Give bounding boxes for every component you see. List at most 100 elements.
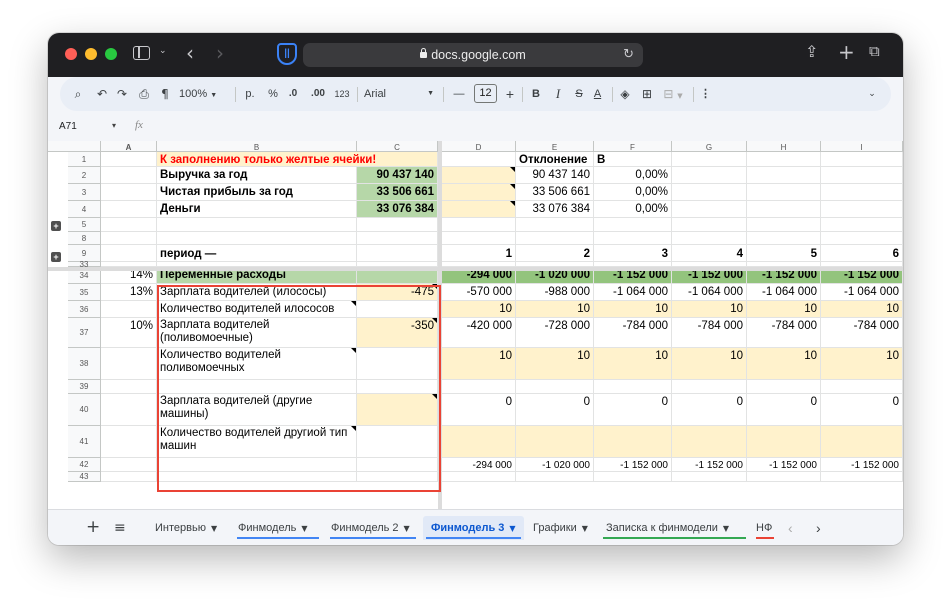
column-header-i[interactable]: I bbox=[821, 141, 903, 152]
cell-a39[interactable] bbox=[101, 380, 157, 394]
cell-d5[interactable] bbox=[442, 218, 516, 232]
cell-f39[interactable] bbox=[594, 380, 672, 394]
cell-e8[interactable] bbox=[516, 232, 594, 245]
tab-note[interactable]: Записка к финмодели ▼ bbox=[600, 516, 749, 540]
cell-a4[interactable] bbox=[101, 201, 157, 218]
percent-format-button[interactable]: % bbox=[267, 77, 279, 111]
cell-f3[interactable]: 0,00% bbox=[594, 184, 672, 201]
forward-icon[interactable]: › bbox=[216, 41, 224, 65]
cell-e42[interactable]: -1 020 000 bbox=[516, 458, 594, 472]
cell-b1[interactable]: К заполнению только желтые ячейки! bbox=[157, 152, 438, 167]
cell-g35[interactable]: -1 064 000 bbox=[672, 284, 747, 301]
tab-interview[interactable]: Интервью ▼ bbox=[151, 516, 227, 540]
cell-g41[interactable] bbox=[672, 426, 747, 458]
cell-a5[interactable] bbox=[101, 218, 157, 232]
cell-a35[interactable]: 13% bbox=[101, 284, 157, 301]
share-icon[interactable]: ⇪ bbox=[805, 42, 818, 61]
cell-f40[interactable]: 0 bbox=[594, 394, 672, 426]
cell-g38[interactable]: 10 bbox=[672, 348, 747, 380]
tab-finmodel[interactable]: Финмодель ▼ bbox=[234, 516, 322, 540]
zoom-select[interactable]: 100% ▼ bbox=[179, 77, 217, 111]
cell-f5[interactable] bbox=[594, 218, 672, 232]
cell-f8[interactable] bbox=[594, 232, 672, 245]
cell-e41[interactable] bbox=[516, 426, 594, 458]
collapse-toolbar-icon[interactable]: ⌄ bbox=[866, 77, 878, 111]
cell-d36[interactable]: 10 bbox=[442, 301, 516, 318]
cell-h1[interactable] bbox=[747, 152, 821, 167]
cell-e38[interactable]: 10 bbox=[516, 348, 594, 380]
sidebar-toggle-icon[interactable] bbox=[133, 46, 150, 60]
cell-e39[interactable] bbox=[516, 380, 594, 394]
cell-e3[interactable]: 33 506 661 bbox=[516, 184, 594, 201]
cell-h3[interactable] bbox=[747, 184, 821, 201]
cell-h37[interactable]: -784 000 bbox=[747, 318, 821, 348]
cell-i5[interactable] bbox=[821, 218, 903, 232]
cell-b9[interactable]: период — bbox=[157, 245, 357, 262]
cell-i1[interactable] bbox=[821, 152, 903, 167]
row-header[interactable]: 43 bbox=[68, 472, 101, 482]
cell-e35[interactable]: -988 000 bbox=[516, 284, 594, 301]
decrease-decimal-button[interactable]: .0 bbox=[285, 77, 301, 111]
cell-i4[interactable] bbox=[821, 201, 903, 218]
cell-a2[interactable] bbox=[101, 167, 157, 184]
grid-corner[interactable] bbox=[48, 141, 101, 152]
cell-h41[interactable] bbox=[747, 426, 821, 458]
row-header[interactable]: 39 bbox=[68, 380, 101, 394]
cell-d35[interactable]: -570 000 bbox=[442, 284, 516, 301]
cell-f42[interactable]: -1 152 000 bbox=[594, 458, 672, 472]
cell-e1[interactable]: Отклонение bbox=[516, 152, 594, 167]
row-header[interactable]: 36 bbox=[68, 301, 101, 318]
fill-color-icon[interactable]: ◈ bbox=[618, 77, 632, 111]
cell-i9[interactable]: 6 bbox=[821, 245, 903, 262]
cell-f2[interactable]: 0,00% bbox=[594, 167, 672, 184]
expand-group-icon[interactable]: + bbox=[51, 252, 61, 262]
cell-d3[interactable] bbox=[442, 184, 516, 201]
cell-c2[interactable]: 90 437 140 bbox=[357, 167, 438, 184]
cell-d41[interactable] bbox=[442, 426, 516, 458]
font-select[interactable]: Arial ▼ bbox=[364, 77, 438, 111]
row-header[interactable]: 38 bbox=[68, 348, 101, 380]
more-tools-icon[interactable]: ⋮ bbox=[700, 77, 711, 111]
cell-i43[interactable] bbox=[821, 472, 903, 482]
cell-a43[interactable] bbox=[101, 472, 157, 482]
cell-h38[interactable]: 10 bbox=[747, 348, 821, 380]
undo-icon[interactable]: ↶ bbox=[95, 77, 109, 111]
row-header[interactable]: 3 bbox=[68, 184, 101, 201]
all-sheets-icon[interactable]: ≡ bbox=[114, 516, 126, 540]
cell-h39[interactable] bbox=[747, 380, 821, 394]
cell-d42[interactable]: -294 000 bbox=[442, 458, 516, 472]
reload-icon[interactable]: ↻ bbox=[623, 43, 634, 67]
row-header[interactable]: 5 bbox=[68, 218, 101, 232]
row-header[interactable]: 1 bbox=[68, 152, 101, 167]
back-icon[interactable]: ‹ bbox=[186, 41, 194, 65]
cell-h2[interactable] bbox=[747, 167, 821, 184]
merge-cells-icon[interactable]: ⊟ ▼ bbox=[662, 77, 684, 111]
cell-a8[interactable] bbox=[101, 232, 157, 245]
name-box-dropdown-icon[interactable]: ▾ bbox=[112, 121, 116, 130]
cell-a42[interactable] bbox=[101, 458, 157, 472]
column-header-c[interactable]: C bbox=[357, 141, 438, 152]
row-header[interactable]: 4 bbox=[68, 201, 101, 218]
cell-a37[interactable]: 10% bbox=[101, 318, 157, 348]
cell-e4[interactable]: 33 076 384 bbox=[516, 201, 594, 218]
cell-d40[interactable]: 0 bbox=[442, 394, 516, 426]
cell-g4[interactable] bbox=[672, 201, 747, 218]
cell-g5[interactable] bbox=[672, 218, 747, 232]
cell-f43[interactable] bbox=[594, 472, 672, 482]
cell-c8[interactable] bbox=[357, 232, 438, 245]
row-header[interactable]: 37 bbox=[68, 318, 101, 348]
cell-i41[interactable] bbox=[821, 426, 903, 458]
cell-d9[interactable]: 1 bbox=[442, 245, 516, 262]
row-header[interactable]: 41 bbox=[68, 426, 101, 458]
cell-h43[interactable] bbox=[747, 472, 821, 482]
cell-d37[interactable]: -420 000 bbox=[442, 318, 516, 348]
cell-h8[interactable] bbox=[747, 232, 821, 245]
cell-g36[interactable]: 10 bbox=[672, 301, 747, 318]
cell-h40[interactable]: 0 bbox=[747, 394, 821, 426]
column-header-a[interactable]: A bbox=[101, 141, 157, 152]
column-header-f[interactable]: F bbox=[594, 141, 672, 152]
cell-e5[interactable] bbox=[516, 218, 594, 232]
cell-b4[interactable]: Деньги bbox=[157, 201, 357, 218]
cell-d38[interactable]: 10 bbox=[442, 348, 516, 380]
text-color-button[interactable]: A bbox=[592, 77, 603, 111]
